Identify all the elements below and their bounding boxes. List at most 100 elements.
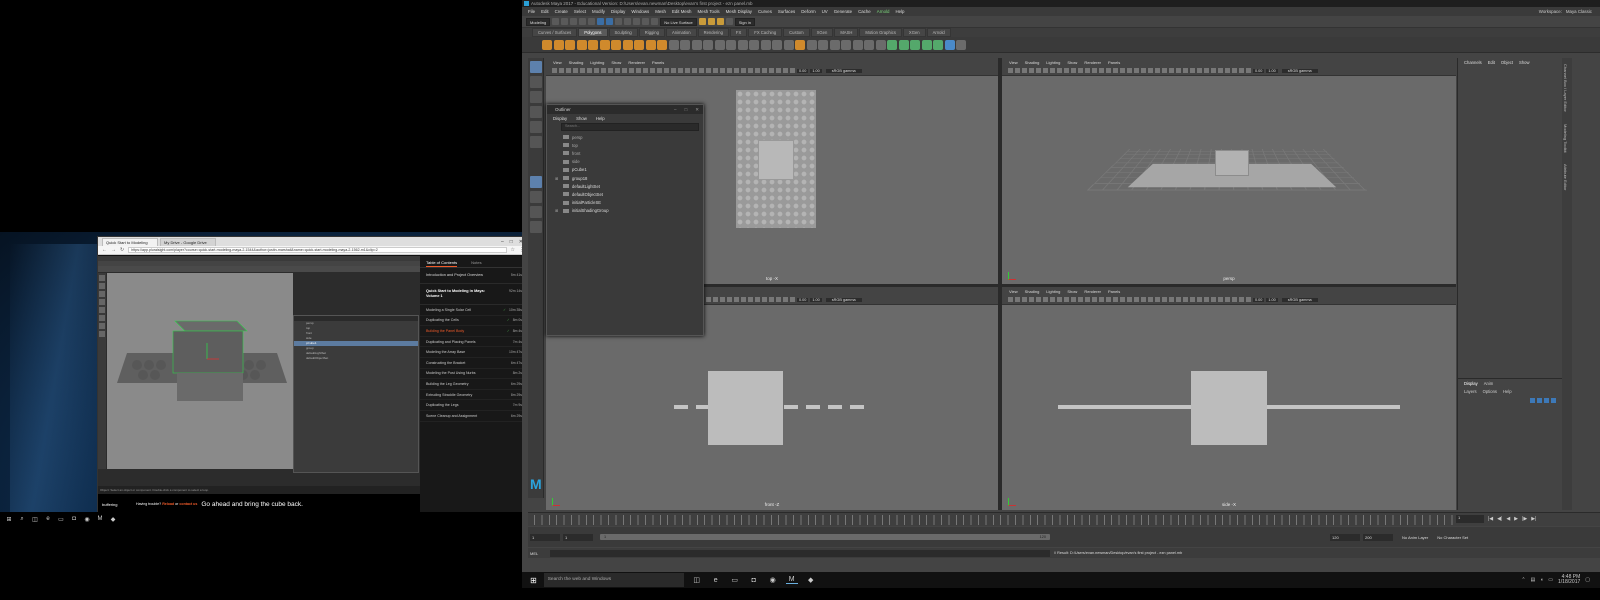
toc-clip[interactable]: Modeling a Single Solar Cell ✓ 10m 35s [420, 305, 528, 316]
maximize-icon[interactable]: □ [510, 239, 513, 245]
app-icon[interactable]: ◆ [805, 576, 817, 584]
taskbar-search-input[interactable]: Search the web and Windows [543, 573, 684, 587]
bridge-icon[interactable] [749, 39, 759, 50]
viewport-menu-lighting[interactable]: Lighting [1046, 60, 1060, 65]
layer-down-icon[interactable] [1537, 398, 1542, 403]
edge-icon[interactable]: e [710, 577, 722, 584]
poly-prism-icon[interactable] [645, 39, 656, 50]
reload-icon[interactable]: ↻ [120, 247, 124, 253]
workspace-selector[interactable]: Workspace: Maya Classic [1539, 9, 1600, 14]
chrome-icon[interactable]: ◉ [83, 516, 91, 523]
command-input[interactable] [550, 549, 1050, 557]
poly-disc-icon[interactable] [611, 39, 621, 50]
gamma-field[interactable]: 1.00 [810, 297, 822, 302]
people-icon[interactable]: ⌃ [1521, 577, 1525, 583]
poly-pyramid-icon[interactable] [634, 39, 644, 50]
outliner-item[interactable]: defaultObjectSet [547, 190, 703, 198]
battery-icon[interactable]: ▭ [1548, 577, 1553, 583]
viewport-menu-renderer[interactable]: Renderer [1084, 60, 1101, 65]
range-bar[interactable]: 1 120 [600, 534, 1050, 540]
toc-clip[interactable]: Building the Leg Geometry 6m 29s [420, 379, 528, 390]
shelf-tab-sculpting[interactable]: Sculpting [608, 28, 638, 37]
channelbox-menu-channels[interactable]: Channels [1464, 60, 1482, 65]
shelf-tab-animation[interactable]: Animation [665, 28, 697, 37]
go-to-end-icon[interactable]: ▶| [1531, 516, 1536, 522]
channelbox-menu-show[interactable]: Show [1519, 60, 1529, 65]
snap-point-icon[interactable] [642, 18, 650, 25]
outliner-item[interactable]: front [547, 149, 703, 157]
close-icon[interactable]: ✕ [695, 107, 699, 113]
clock[interactable]: 4:48 PM 1/18/2017 [1558, 575, 1580, 585]
tab-display-layers[interactable]: Display [1464, 381, 1478, 386]
menu-file[interactable]: File [528, 9, 535, 14]
go-to-start-icon[interactable]: |◀ [1488, 516, 1493, 522]
outliner-item[interactable]: persp [547, 133, 703, 141]
expand-icon[interactable]: ⊞ [555, 208, 560, 213]
viewport-canvas[interactable]: persp [1002, 76, 1456, 284]
viewport-menu-panels[interactable]: Panels [652, 60, 664, 65]
outliner-help-menu[interactable]: Help [596, 116, 605, 121]
file-explorer-icon[interactable]: ▭ [729, 576, 741, 584]
open-scene-icon[interactable] [561, 18, 569, 25]
menuset-dropdown[interactable]: Modeling [526, 17, 551, 26]
viewport-menu-view[interactable]: View [1009, 60, 1018, 65]
anim-layer-dropdown[interactable]: No Anim Layer [1402, 535, 1428, 540]
shelf-tab-polygons[interactable]: Polygons [578, 28, 608, 37]
color-space-dropdown[interactable]: sRGB gamma [825, 68, 862, 73]
poly-cone-icon[interactable] [576, 39, 587, 50]
extrude-icon[interactable] [737, 39, 748, 50]
offset-edgeloop-icon[interactable] [818, 39, 828, 50]
ipr-render-icon[interactable] [707, 18, 715, 25]
mirror-icon[interactable] [726, 39, 736, 50]
viewport-menu-shading[interactable]: Shading [1025, 60, 1040, 65]
time-ruler[interactable] [534, 515, 1454, 525]
separate-icon[interactable] [691, 39, 702, 50]
toc-module-current[interactable]: Quick Start to Modeling in Maya: Volume … [420, 284, 528, 305]
network-icon[interactable]: ▤ [1531, 577, 1536, 583]
maya-task-icon[interactable]: M [96, 516, 104, 522]
scale-tool-icon[interactable] [530, 136, 542, 148]
viewport-canvas[interactable]: side -X [1002, 305, 1456, 510]
toc-clip[interactable]: Building the Panel Body ✓ 8m 4s [420, 326, 528, 337]
sign-in-button[interactable]: Sign in [734, 17, 755, 26]
viewport-menu-view[interactable]: View [553, 60, 562, 65]
toc-clip[interactable]: Duplicating the Cells ✓ 8m 0s [420, 316, 528, 327]
exposure-field[interactable]: 0.00 [1253, 297, 1265, 302]
channelbox-menu-object[interactable]: Object [1501, 60, 1513, 65]
windows-start-icon[interactable]: ⊞ [530, 576, 537, 585]
outliner-item[interactable]: ⊞ group18 [547, 174, 703, 182]
minimize-icon[interactable]: – [501, 239, 504, 245]
soften-edge-icon[interactable] [898, 39, 909, 50]
shelf-tab-rigging[interactable]: Rigging [638, 28, 665, 37]
menu-uv[interactable]: UV [822, 9, 828, 14]
forward-icon[interactable]: → [111, 247, 116, 253]
snap-curve-icon[interactable] [633, 18, 641, 25]
live-surface-field[interactable]: No Live Surface [660, 17, 697, 26]
tab-notes[interactable]: Notes [471, 260, 481, 267]
toc-clip[interactable]: Extruding Straddle Geometry 8m 29s [420, 390, 528, 401]
render-settings-icon[interactable] [716, 18, 724, 25]
back-icon[interactable]: ← [102, 247, 107, 253]
menu-arnold[interactable]: Arnold [877, 9, 890, 14]
step-back-icon[interactable]: ◀| [1497, 516, 1502, 522]
checker-icon[interactable] [944, 39, 955, 50]
store-icon[interactable]: ◘ [70, 516, 78, 522]
outliner-item[interactable]: pCube1 [547, 166, 703, 174]
end-time-field[interactable]: 200 [1363, 533, 1393, 541]
tab-anim-layers[interactable]: Anim [1484, 381, 1494, 386]
outliner-show-menu[interactable]: Show [576, 116, 587, 121]
poly-torus-icon[interactable] [588, 39, 598, 50]
quad-draw-icon[interactable] [795, 39, 805, 50]
shelf-tab-xgen[interactable]: XGen [810, 28, 834, 37]
cleanup-icon[interactable] [956, 39, 966, 50]
exposure-field[interactable]: 0.00 [797, 297, 809, 302]
toc-clip[interactable]: Duplicating the Legs 7m 9s [420, 400, 528, 411]
reload-link[interactable]: Reload [162, 502, 174, 506]
search-icon[interactable]: ⌕ [18, 516, 26, 523]
single-perspective-layout-icon[interactable] [530, 176, 542, 188]
cut-uv-icon[interactable] [864, 39, 874, 50]
menu-create[interactable]: Create [555, 9, 568, 14]
viewport-menu-lighting[interactable]: Lighting [590, 60, 604, 65]
notifications-icon[interactable]: ▢ [1585, 577, 1590, 583]
four-view-layout-icon[interactable] [530, 191, 542, 203]
